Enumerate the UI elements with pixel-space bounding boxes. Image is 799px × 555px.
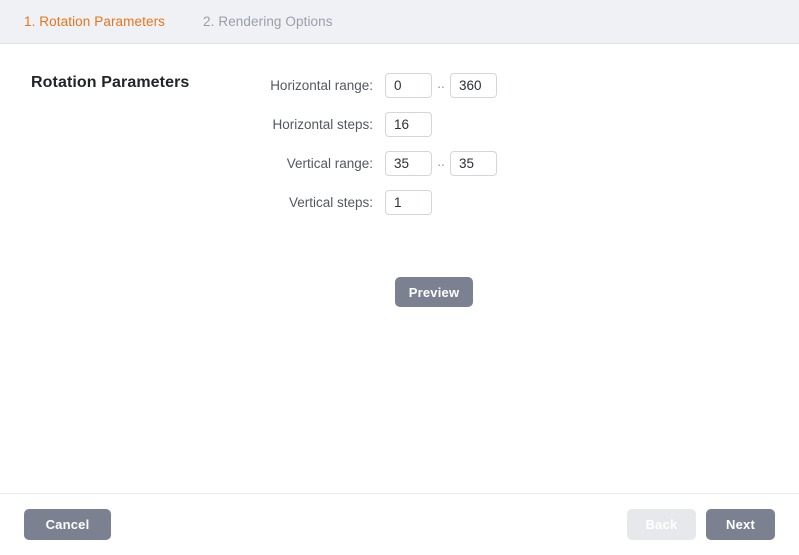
preview-button-container: Preview bbox=[395, 277, 473, 307]
wizard-footer: Cancel Back Next bbox=[0, 493, 799, 555]
range-separator-vertical: .. bbox=[432, 155, 450, 173]
tab-rotation-parameters[interactable]: 1. Rotation Parameters bbox=[24, 14, 165, 29]
wizard-window: 1. Rotation Parameters 2. Rendering Opti… bbox=[0, 0, 799, 555]
horizontal-range-to-input[interactable] bbox=[450, 73, 497, 98]
horizontal-range-from-input[interactable] bbox=[385, 73, 432, 98]
back-button[interactable]: Back bbox=[627, 509, 696, 540]
horizontal-steps-input[interactable] bbox=[385, 112, 432, 137]
wizard-step-tabbar: 1. Rotation Parameters 2. Rendering Opti… bbox=[0, 0, 799, 44]
main-content: Rotation Parameters Horizontal range: ..… bbox=[0, 44, 799, 493]
field-group-vertical-range: .. bbox=[385, 151, 497, 176]
vertical-steps-input[interactable] bbox=[385, 190, 432, 215]
form-row-horizontal-range: Horizontal range: .. bbox=[0, 66, 799, 105]
rotation-parameters-form: Horizontal range: .. Horizontal steps: V… bbox=[0, 66, 799, 222]
form-row-horizontal-steps: Horizontal steps: bbox=[0, 105, 799, 144]
label-vertical-range: Vertical range: bbox=[0, 156, 385, 171]
next-button[interactable]: Next bbox=[706, 509, 775, 540]
label-horizontal-range: Horizontal range: bbox=[0, 78, 385, 93]
label-vertical-steps: Vertical steps: bbox=[0, 195, 385, 210]
footer-nav-buttons: Back Next bbox=[627, 509, 775, 540]
vertical-range-to-input[interactable] bbox=[450, 151, 497, 176]
tab-rendering-options[interactable]: 2. Rendering Options bbox=[203, 14, 333, 29]
range-separator-horizontal: .. bbox=[432, 77, 450, 95]
form-row-vertical-range: Vertical range: .. bbox=[0, 144, 799, 183]
label-horizontal-steps: Horizontal steps: bbox=[0, 117, 385, 132]
vertical-range-from-input[interactable] bbox=[385, 151, 432, 176]
form-row-vertical-steps: Vertical steps: bbox=[0, 183, 799, 222]
field-group-horizontal-range: .. bbox=[385, 73, 497, 98]
field-group-vertical-steps bbox=[385, 190, 432, 215]
cancel-button[interactable]: Cancel bbox=[24, 509, 111, 540]
preview-button[interactable]: Preview bbox=[395, 277, 473, 307]
field-group-horizontal-steps bbox=[385, 112, 432, 137]
